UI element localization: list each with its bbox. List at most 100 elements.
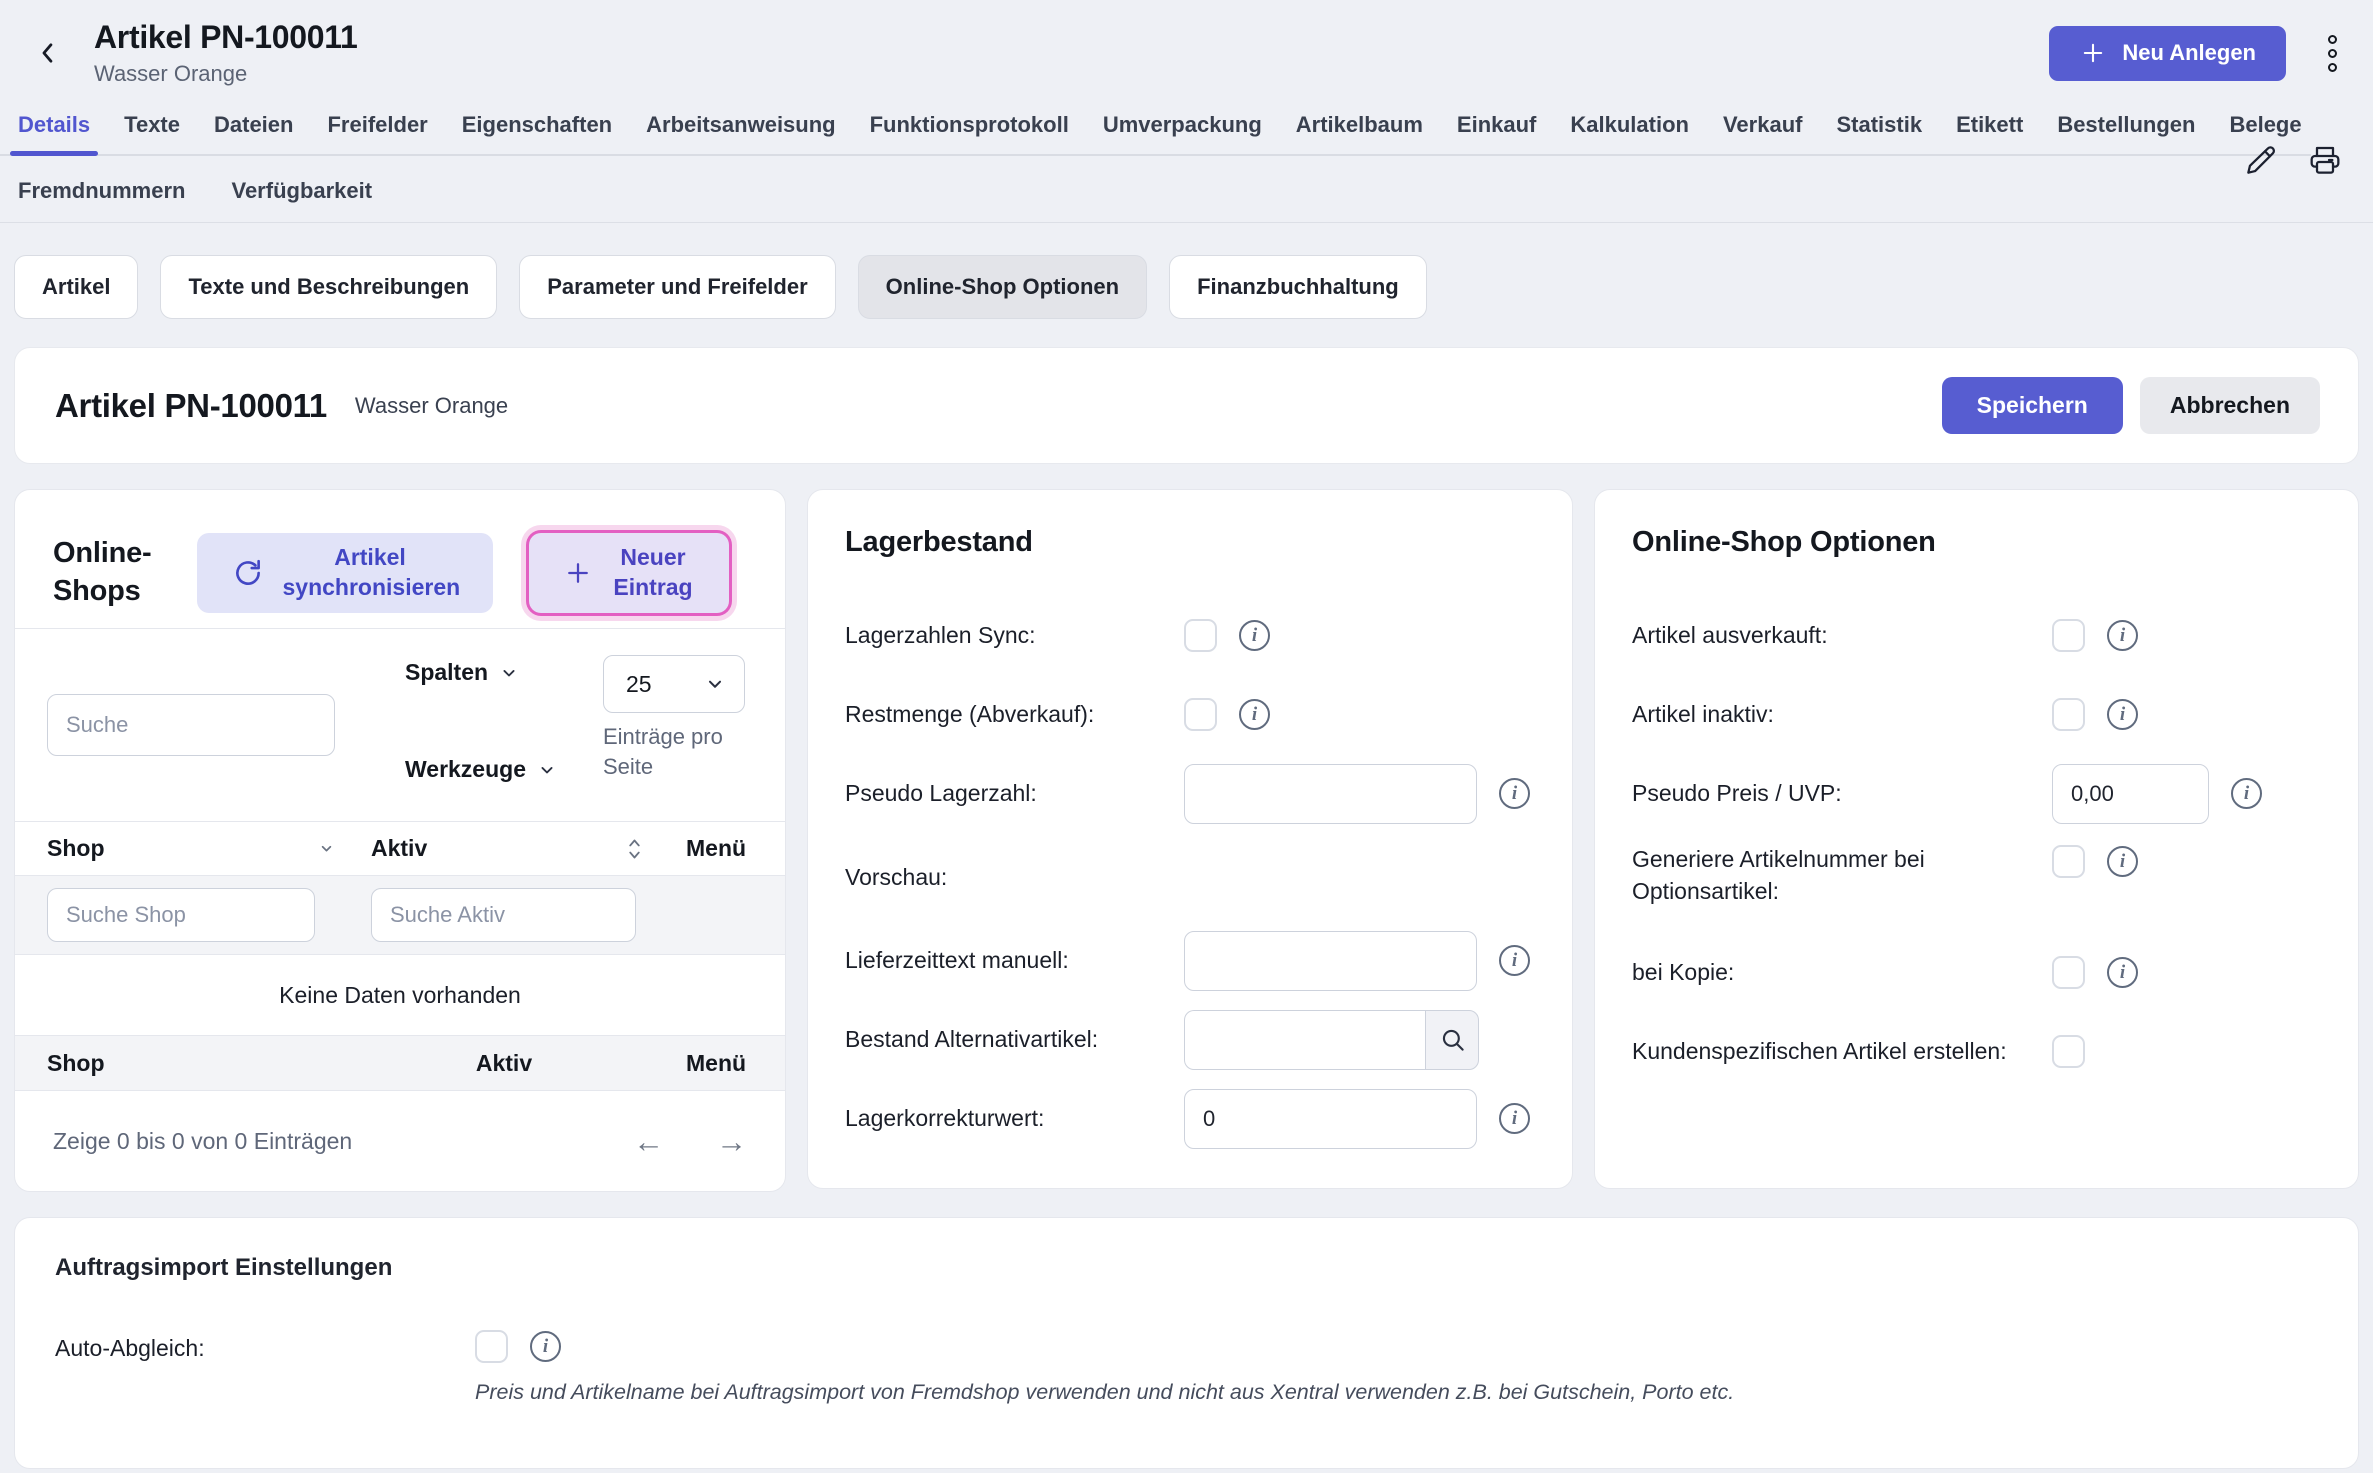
subtab-finanzbuchhaltung[interactable]: Finanzbuchhaltung xyxy=(1169,255,1427,319)
field-label: Artikel ausverkauft: xyxy=(1632,619,2052,651)
field-row-bestand-alternativartikel: Bestand Alternativartikel: xyxy=(808,1000,1572,1079)
lagerbestand-title: Lagerbestand xyxy=(845,526,1535,559)
info-icon[interactable] xyxy=(2107,699,2138,730)
pager xyxy=(633,1126,747,1157)
tab-dateien[interactable]: Dateien xyxy=(214,106,293,154)
save-button[interactable]: Speichern xyxy=(1942,377,2123,434)
info-icon[interactable] xyxy=(1239,699,1270,730)
tab-details[interactable]: Details xyxy=(18,106,90,154)
info-icon[interactable] xyxy=(2107,957,2138,988)
field-row-pseudo-preis: Pseudo Preis / UVP: xyxy=(1595,754,2358,833)
footer-column-menu: Menü xyxy=(649,1050,785,1077)
chevron-down-icon xyxy=(318,840,335,857)
header-titles: Artikel PN-100011 Wasser Orange xyxy=(94,19,358,87)
tab-kalkulation[interactable]: Kalkulation xyxy=(1570,106,1689,154)
tab-einkauf[interactable]: Einkauf xyxy=(1457,106,1536,154)
field-label: Pseudo Preis / UVP: xyxy=(1632,777,2052,809)
cancel-button[interactable]: Abbrechen xyxy=(2140,377,2320,434)
info-icon[interactable] xyxy=(1499,945,1530,976)
bestand-alternativartikel-combo xyxy=(1184,1010,1479,1070)
shop-footer-label: Shop xyxy=(47,1050,105,1077)
field-row-bei-kopie: bei Kopie: xyxy=(1595,933,2358,1012)
neuer-eintrag-button[interactable]: Neuer Eintrag xyxy=(529,533,729,613)
info-icon[interactable] xyxy=(2231,778,2262,809)
table-filter-row xyxy=(15,876,785,955)
subtab-texte-und-beschreibungen[interactable]: Texte und Beschreibungen xyxy=(160,255,497,319)
pseudo-lagerzahl-input[interactable] xyxy=(1184,764,1477,824)
tab-arbeitsanweisung[interactable]: Arbeitsanweisung xyxy=(646,106,835,154)
generiere-artikelnummer-checkbox[interactable] xyxy=(2052,845,2085,878)
filter-shop-input[interactable] xyxy=(47,888,315,942)
online-shops-header: Online-Shops Artikel synchronisieren Neu… xyxy=(15,490,785,628)
subtab-artikel[interactable]: Artikel xyxy=(14,255,138,319)
column-header-shop[interactable]: Shop xyxy=(15,835,359,862)
tab-umverpackung[interactable]: Umverpackung xyxy=(1103,106,1262,154)
lieferzeittext-input[interactable] xyxy=(1184,931,1477,991)
back-button[interactable] xyxy=(30,28,66,78)
new-entry-button-label: Neuer Eintrag xyxy=(611,543,696,603)
article-detail-page: Artikel PN-100011 Wasser Orange Neu Anle… xyxy=(0,0,2373,1473)
main-tab-bar: Details Texte Dateien Freifelder Eigensc… xyxy=(0,96,2311,156)
spalten-dropdown[interactable]: Spalten xyxy=(405,659,557,686)
field-row-lagerzahlen-sync: Lagerzahlen Sync: xyxy=(808,596,1572,675)
footer-column-aktiv: Aktiv xyxy=(359,1050,649,1077)
field-label: Artikel inaktiv: xyxy=(1632,698,2052,730)
info-icon[interactable] xyxy=(530,1331,561,1362)
lagerkorrekturwert-input[interactable] xyxy=(1184,1089,1477,1149)
artikel-synchronisieren-button[interactable]: Artikel synchronisieren xyxy=(197,533,493,613)
artikel-inaktiv-checkbox[interactable] xyxy=(2052,698,2085,731)
article-search-button[interactable] xyxy=(1425,1010,1479,1070)
page-size-select[interactable]: 25 xyxy=(603,655,745,713)
more-menu-icon[interactable] xyxy=(2324,31,2341,76)
auto-abgleich-right: Preis und Artikelname bei Auftragsimport… xyxy=(475,1330,1734,1405)
tab-funktionsprotokoll[interactable]: Funktionsprotokoll xyxy=(870,106,1069,154)
neu-anlegen-button[interactable]: Neu Anlegen xyxy=(2049,26,2286,81)
tab-freifelder[interactable]: Freifelder xyxy=(327,106,427,154)
tab-etikett[interactable]: Etikett xyxy=(1956,106,2023,154)
tab-statistik[interactable]: Statistik xyxy=(1836,106,1922,154)
werkzeuge-dropdown[interactable]: Werkzeuge xyxy=(405,756,557,783)
next-page-button[interactable] xyxy=(716,1126,747,1157)
sort-icon xyxy=(626,836,643,862)
subtab-online-shop-optionen[interactable]: Online-Shop Optionen xyxy=(858,255,1147,319)
tab-artikelbaum[interactable]: Artikelbaum xyxy=(1296,106,1423,154)
restmenge-checkbox[interactable] xyxy=(1184,698,1217,731)
search-input[interactable] xyxy=(47,694,335,756)
print-button[interactable] xyxy=(2307,142,2343,178)
tab-verkauf[interactable]: Verkauf xyxy=(1723,106,1803,154)
column-header-aktiv[interactable]: Aktiv xyxy=(359,835,649,862)
aktiv-header-label: Aktiv xyxy=(371,835,427,862)
field-row-lagerkorrekturwert: Lagerkorrekturwert: xyxy=(808,1079,1572,1158)
info-icon[interactable] xyxy=(1499,1103,1530,1134)
magnifier-icon xyxy=(1439,1026,1466,1053)
bestand-alternativartikel-input[interactable] xyxy=(1184,1010,1425,1070)
tab-verfuegbarkeit[interactable]: Verfügbarkeit xyxy=(231,178,372,204)
pseudo-preis-input[interactable] xyxy=(2052,764,2209,824)
artikel-ausverkauft-checkbox[interactable] xyxy=(2052,619,2085,652)
edit-button[interactable] xyxy=(2243,142,2279,178)
auto-abgleich-checkbox[interactable] xyxy=(475,1330,508,1363)
info-icon[interactable] xyxy=(1239,620,1270,651)
menu-footer-label: Menü xyxy=(686,1050,746,1076)
shop-header-label: Shop xyxy=(47,835,105,862)
table-controls: Spalten Werkzeuge xyxy=(15,628,785,821)
info-icon[interactable] xyxy=(1499,778,1530,809)
plus-icon xyxy=(2079,39,2107,67)
previous-page-button[interactable] xyxy=(633,1126,664,1157)
info-icon[interactable] xyxy=(2107,846,2138,877)
field-label: Bestand Alternativartikel: xyxy=(845,1023,1184,1055)
tab-eigenschaften[interactable]: Eigenschaften xyxy=(462,106,612,154)
tab-bestellungen[interactable]: Bestellungen xyxy=(2057,106,2195,154)
article-title-card: Artikel PN-100011 Wasser Orange Speicher… xyxy=(14,347,2359,464)
table-empty-state: Keine Daten vorhanden xyxy=(15,955,785,1035)
field-row-pseudo-lagerzahl: Pseudo Lagerzahl: xyxy=(808,754,1572,833)
kundenspezifisch-checkbox[interactable] xyxy=(2052,1035,2085,1068)
subtab-parameter-und-freifelder[interactable]: Parameter und Freifelder xyxy=(519,255,835,319)
tab-fremdnummern[interactable]: Fremdnummern xyxy=(18,178,185,204)
filter-aktiv-input[interactable] xyxy=(371,888,636,942)
info-icon[interactable] xyxy=(2107,620,2138,651)
lagerzahlen-sync-checkbox[interactable] xyxy=(1184,619,1217,652)
top-header: Artikel PN-100011 Wasser Orange Neu Anle… xyxy=(0,0,2373,96)
bei-kopie-checkbox[interactable] xyxy=(2052,956,2085,989)
tab-texte[interactable]: Texte xyxy=(124,106,180,154)
